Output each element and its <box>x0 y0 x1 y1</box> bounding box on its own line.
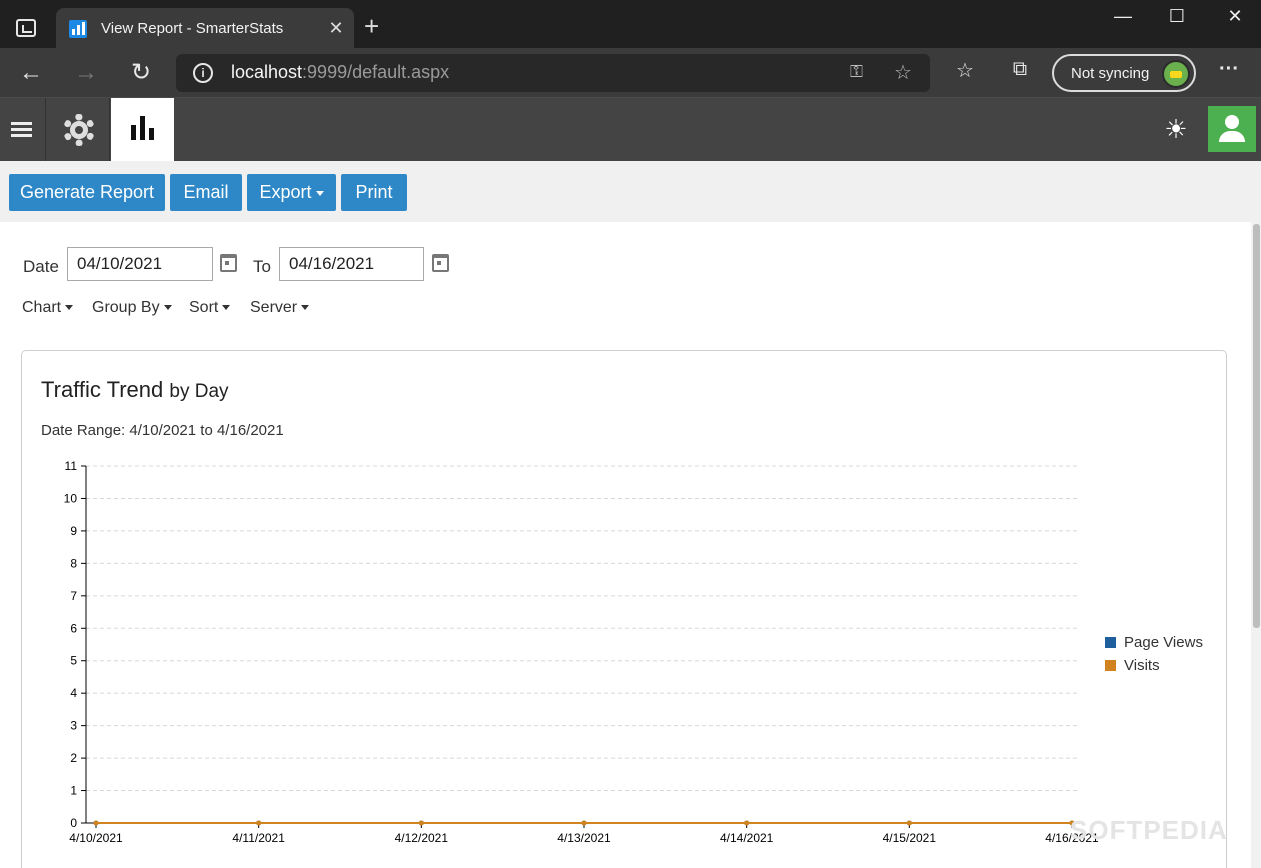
x-tick-label: 4/14/2021 <box>720 831 774 845</box>
data-point <box>744 820 750 826</box>
data-point <box>418 820 424 826</box>
x-tick-label: 4/12/2021 <box>395 831 449 845</box>
address-bar[interactable]: i localhost:9999/default.aspx ⚿ ☆ <box>176 54 930 92</box>
browser-tab[interactable]: View Report - SmarterStats ✕ <box>56 8 354 48</box>
y-tick-label: 4 <box>70 686 77 700</box>
password-key-icon[interactable]: ⚿ <box>850 62 863 82</box>
y-tick-label: 9 <box>70 524 77 538</box>
sync-label: Not syncing <box>1071 65 1150 82</box>
back-icon[interactable]: ← <box>16 58 46 88</box>
maximize-icon[interactable]: ☐ <box>1157 6 1197 27</box>
to-label: To <box>253 257 271 276</box>
y-tick-label: 3 <box>70 719 77 733</box>
legend-item-visits[interactable]: Visits <box>1105 657 1160 674</box>
server-dropdown[interactable]: Server <box>250 299 310 317</box>
y-tick-label: 5 <box>70 654 77 668</box>
menu-icon[interactable] <box>0 98 46 161</box>
profile-sync-button[interactable]: Not syncing <box>1052 54 1196 92</box>
workspaces-icon[interactable] <box>16 19 36 37</box>
smarterstats-favicon-icon <box>69 20 87 38</box>
y-tick-label: 6 <box>70 621 77 635</box>
print-button[interactable]: Print <box>341 174 407 211</box>
report-toolbar: Generate Report Email Export Print <box>0 161 1261 222</box>
favorites-icon[interactable]: ☆ <box>950 58 980 83</box>
page-scrollbar[interactable] <box>1251 222 1261 868</box>
close-window-icon[interactable]: ✕ <box>1215 6 1255 27</box>
email-button[interactable]: Email <box>170 174 242 211</box>
collections-icon[interactable]: ⧉ <box>1005 58 1035 81</box>
y-tick-label: 1 <box>70 784 77 798</box>
y-tick-label: 11 <box>65 459 78 473</box>
y-tick-label: 2 <box>70 751 77 765</box>
x-tick-label: 4/10/2021 <box>69 831 123 845</box>
group-by-dropdown[interactable]: Group By <box>92 299 172 317</box>
x-tick-label: 4/13/2021 <box>557 831 611 845</box>
y-tick-label: 0 <box>70 816 77 830</box>
app-header: ☀ <box>0 98 1261 161</box>
data-point <box>93 820 99 826</box>
tab-close-icon[interactable]: ✕ <box>326 18 346 39</box>
export-button[interactable]: Export <box>247 174 336 211</box>
calendar-icon[interactable] <box>220 254 237 272</box>
legend-item-page-views[interactable]: Page Views <box>1105 634 1203 651</box>
more-menu-icon[interactable]: ··· <box>1214 58 1244 81</box>
add-favorite-icon[interactable]: ☆ <box>894 60 912 85</box>
reports-tab[interactable] <box>111 98 174 161</box>
theme-toggle-icon[interactable]: ☀ <box>1161 114 1191 144</box>
y-tick-label: 8 <box>70 556 77 570</box>
refresh-icon[interactable]: ↻ <box>126 58 156 88</box>
date-label: Date <box>23 257 59 276</box>
new-tab-icon[interactable]: + <box>364 13 379 39</box>
x-tick-label: 4/11/2021 <box>232 831 285 845</box>
report-date-range: Date Range: 4/10/2021 to 4/16/2021 <box>41 422 284 439</box>
calendar-icon[interactable] <box>432 254 449 272</box>
y-tick-label: 7 <box>70 589 77 603</box>
report-title: Traffic Trend by Day <box>41 377 229 402</box>
data-point <box>581 820 587 826</box>
settings-tab[interactable] <box>47 98 110 161</box>
scrollbar-thumb[interactable] <box>1253 224 1260 628</box>
site-info-icon[interactable]: i <box>193 63 213 83</box>
forward-icon[interactable]: → <box>71 58 101 88</box>
date-to-input[interactable] <box>279 247 424 281</box>
minimize-icon[interactable]: — <box>1103 6 1143 27</box>
traffic-trend-chart: 0 1 2 3 4 5 6 7 8 9 10 11 4/10/2021 4/11/2021 4/12/202… <box>64 459 1099 845</box>
user-icon <box>1225 115 1239 129</box>
tab-title: View Report - SmarterStats <box>101 20 284 37</box>
x-tick-label: 4/15/2021 <box>883 831 937 845</box>
date-from-input[interactable] <box>67 247 213 281</box>
softpedia-watermark: SOFTPEDIA <box>1070 815 1228 845</box>
y-tick-label: 10 <box>64 491 78 505</box>
generate-report-button[interactable]: Generate Report <box>9 174 165 211</box>
chart-dropdown[interactable]: Chart <box>22 299 74 317</box>
profile-avatar <box>1162 60 1190 88</box>
user-account-button[interactable] <box>1208 106 1256 152</box>
sort-dropdown[interactable]: Sort <box>189 299 231 317</box>
data-point <box>906 820 912 826</box>
browser-tab-strip: View Report - SmarterStats ✕ + — ☐ ✕ <box>0 0 1261 48</box>
data-point <box>256 820 262 826</box>
url-text[interactable]: localhost:9999/default.aspx <box>231 62 449 83</box>
address-bar-row: ← → ↻ i localhost:9999/default.aspx ⚿ ☆ … <box>0 48 1261 98</box>
